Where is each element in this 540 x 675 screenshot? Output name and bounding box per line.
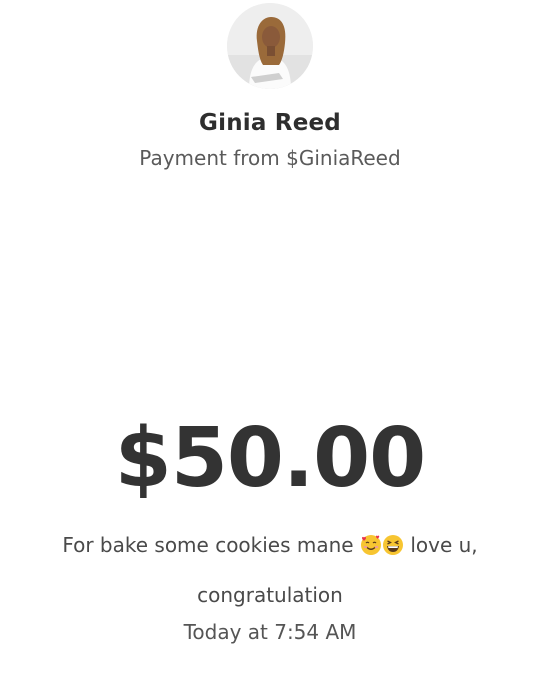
note-text: For bake some cookies mane: [62, 533, 354, 557]
payment-amount: $50.00: [114, 411, 426, 506]
note-text-end: love u,: [410, 533, 478, 557]
payment-timestamp: Today at 7:54 AM: [183, 620, 357, 644]
avatar[interactable]: [227, 3, 313, 89]
smiling-face-with-hearts-icon: [360, 534, 382, 556]
payment-source: Payment from $GiniaReed: [139, 146, 401, 170]
note-text-line2: congratulation: [197, 583, 343, 607]
payment-note: For bake some cookies mane love u, congr…: [20, 520, 520, 620]
grinning-squinting-face-icon: [382, 534, 404, 556]
payment-detail-screen: Ginia Reed Payment from $GiniaReed $50.0…: [0, 0, 540, 675]
sender-name: Ginia Reed: [199, 110, 341, 136]
profile-photo-icon: [227, 3, 313, 89]
